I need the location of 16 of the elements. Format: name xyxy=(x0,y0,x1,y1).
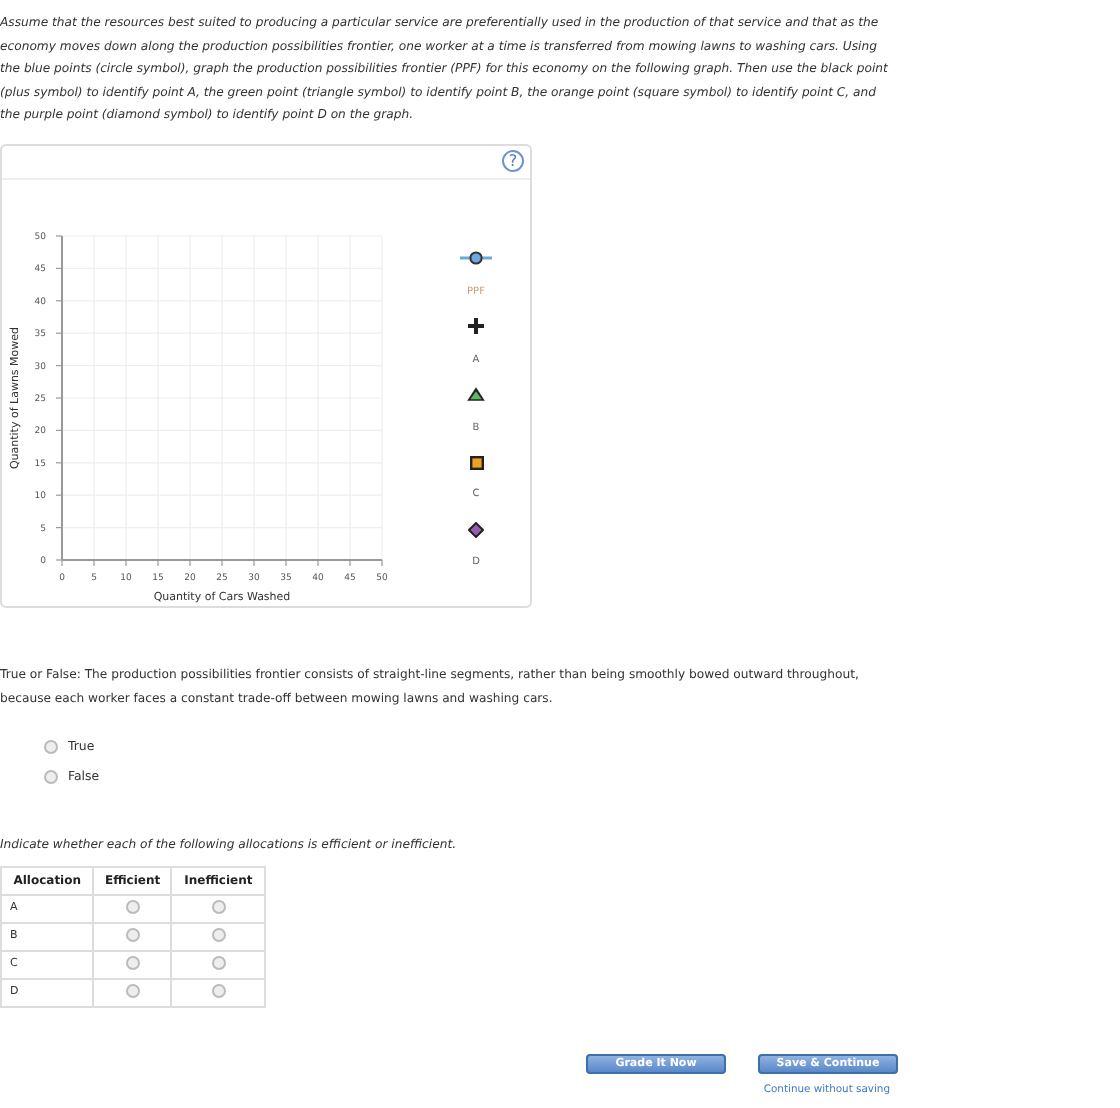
help-button[interactable]: ? xyxy=(502,150,524,173)
circle-icon[interactable] xyxy=(460,249,492,266)
radio-button[interactable] xyxy=(211,899,226,914)
radio-button[interactable] xyxy=(125,955,140,970)
radio-button[interactable] xyxy=(125,899,140,914)
radio-button[interactable] xyxy=(211,927,226,942)
radio-button[interactable] xyxy=(211,983,226,998)
radio-button[interactable] xyxy=(44,739,58,754)
triangle-icon[interactable] xyxy=(466,386,486,403)
radio-button[interactable] xyxy=(211,955,226,970)
diamond-icon[interactable] xyxy=(468,521,484,538)
radio-button[interactable] xyxy=(125,927,140,942)
radio-button[interactable] xyxy=(125,983,140,998)
plus-icon[interactable] xyxy=(468,318,484,335)
radio-button[interactable] xyxy=(44,769,58,784)
square-icon[interactable] xyxy=(469,455,483,470)
